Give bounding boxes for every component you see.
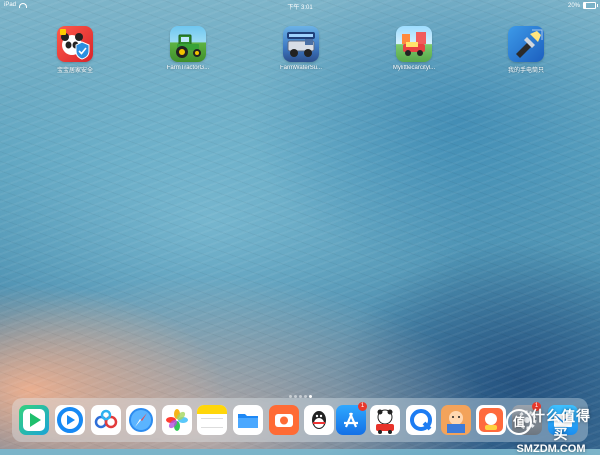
battery-percent: 20% <box>567 2 580 9</box>
app-flashlight[interactable]: 我的手电筒只 <box>491 26 561 74</box>
safari-icon[interactable] <box>126 405 156 435</box>
photos-icon[interactable] <box>162 405 192 435</box>
app-little-car-city[interactable]: Mylittlecarcityl... <box>379 26 449 71</box>
app-label: Mylittlecarcityl... <box>392 65 436 71</box>
watermark: 值 什么值得买 SMZDM.COM <box>506 407 594 455</box>
watermark-en: SMZDM.COM <box>516 443 586 455</box>
clock: 下午 3:01 <box>287 5 313 11</box>
app-farm-water[interactable]: FarmWaterSu... <box>266 26 336 71</box>
car-city-icon <box>396 26 432 62</box>
camera-icon[interactable] <box>269 405 299 435</box>
files-icon[interactable] <box>233 405 263 435</box>
flashlight-icon <box>508 26 544 62</box>
tractor-icon <box>170 26 206 62</box>
app-baby-home-safety[interactable]: 宝宝居家安全 <box>40 26 110 74</box>
notes-icon[interactable] <box>197 405 227 435</box>
baidu-paw-icon[interactable] <box>91 405 121 435</box>
status-bar: iPad 下午 3:01 20% <box>0 0 600 11</box>
video-player-icon[interactable] <box>19 405 49 435</box>
app-store-badge: 1 <box>358 402 367 411</box>
kids-learning-icon[interactable] <box>476 405 506 435</box>
app-label: 宝宝居家安全 <box>56 68 93 74</box>
qq-icon[interactable] <box>304 405 334 435</box>
kids-game-icon[interactable] <box>370 405 400 435</box>
video-play-icon[interactable] <box>55 405 85 435</box>
kids-story-icon[interactable] <box>441 405 471 435</box>
water-truck-icon <box>283 26 319 62</box>
app-label: FarmTractorG... <box>166 65 210 71</box>
app-farm-tractor[interactable]: FarmTractorG... <box>153 26 223 71</box>
watermark-logo: 值 <box>506 409 532 435</box>
panda-safety-icon <box>57 26 93 62</box>
quark-icon[interactable] <box>406 405 436 435</box>
app-label: FarmWaterSu... <box>279 65 323 71</box>
battery-icon <box>583 2 598 9</box>
app-label: 我的手电筒只 <box>507 68 544 74</box>
